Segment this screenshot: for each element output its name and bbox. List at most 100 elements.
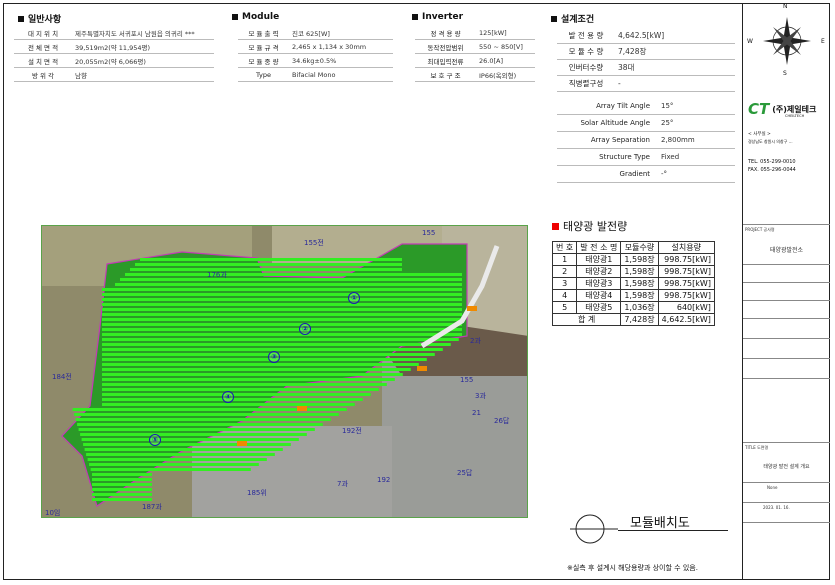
table-cell: 2 [551,265,578,278]
panel-row [87,458,267,461]
panel-row [92,478,152,481]
blank-cell [743,378,830,442]
compass-west-label: W [747,38,753,45]
array-table: Array Tilt Angle 15° Solar Altitude Angle 2… [557,98,735,183]
spec-key: Array Tilt Angle [557,98,658,115]
table-row: 1 태양광1 1,598장 998.75[kW] [551,253,715,266]
spec-key: 전 체 면 적 [14,39,72,54]
spec-row: 동작전압범위 550 ~ 850[V] [415,39,535,54]
module-table: 모 듈 출 력 진코 625[W] 모 듈 규 격 2,465 x 1,134 x 3… [238,26,393,82]
panel-row [102,388,379,391]
panel-row [102,318,462,321]
spec-value: 4,642.5[kW] [615,28,735,44]
spec-key: Gradient [557,165,658,183]
spec-value: 남향 [72,67,214,82]
drawing-cell: TITLE 도면명 태양광 발전 설계 개요 [743,442,830,482]
spec-value: 26.0[A] [476,53,535,68]
spec-key: 방 위 각 [14,67,72,82]
spec-key: 모 듈 출 력 [238,26,289,40]
table-cell: 1,598장 [620,277,659,290]
panel-row [102,328,462,331]
spec-value: 125[kW] [476,26,535,40]
table-cell: 998.75[kW] [657,253,715,266]
panel-row [102,313,462,316]
bullet-square-icon [412,14,418,20]
panel-row [78,428,315,431]
spec-row: 모 듈 중 량 34.6kg±0.5% [238,53,393,68]
array-marker-4: ④ [222,391,234,403]
blank-cell [743,264,830,282]
module-header: Module [232,12,279,22]
spec-row: 정 격 용 량 125[kW] [415,26,535,40]
panel-row [92,498,152,501]
table-row: 5 태양광5 1,036장 640[kW] [551,301,715,314]
panel-row [84,448,283,451]
generation-col-header: 모듈수량 [620,241,659,254]
spec-row: 설 치 면 적 20,055m2(약 6,066평) [14,53,214,68]
date-cell: 2023. 01. 16. [743,502,830,522]
table-row: 4 태양광4 1,598장 998.75[kW] [551,289,715,302]
spec-row: 최대입력전류 26.0[A] [415,53,535,68]
spec-value: 34.6kg±0.5% [289,53,393,68]
spec-row: Array Tilt Angle 15° [557,98,735,115]
spec-row: Type Bifacial Mono [238,67,393,82]
parcel-label: 187과 [142,503,162,511]
spec-value: IP66(옥외형) [476,67,535,82]
spec-row: 모 듈 수 량 7,428장 [557,43,735,60]
panel-row [92,483,152,486]
spec-row: Solar Altitude Angle 25° [557,114,735,132]
drawing-title: 모듈배치도 [630,516,690,531]
spec-key: 설 치 면 적 [14,53,72,68]
parcel-label: 26답 [494,417,510,425]
table-cell: 합 계 [551,313,622,326]
panel-row [102,338,459,341]
blank-cell [743,338,830,358]
map-drawing [42,226,527,517]
panel-row [102,298,462,301]
footnote: ※실측 후 설계시 해당용량과 상이할 수 있음. [567,564,698,572]
spec-value: -° [658,165,735,183]
spec-value: 2,800mm [658,131,735,149]
parcel-label: 10임 [45,509,61,517]
spec-value: 2,465 x 1,134 x 30mm [289,39,393,54]
panel-row [102,288,462,291]
spec-row: 직병렬구성 - [557,75,735,92]
spec-value: - [615,75,735,92]
panel-row [102,393,371,396]
spec-value: 진코 625[W] [289,26,393,40]
spec-row: 모 듈 규 격 2,465 x 1,134 x 30mm [238,39,393,54]
panel-row [75,418,331,421]
project-cell: PROJECT 공사명 태양광발전소 [743,224,830,264]
spec-value: 550 ~ 850[V] [476,39,535,54]
table-cell: 1,598장 [620,265,659,278]
table-cell: 1 [551,253,578,266]
table-cell: 7,428장 [620,313,659,326]
spec-value: Bifacial Mono [289,67,393,82]
panel-row [77,423,323,426]
panel-row [102,308,462,311]
panel-row [102,303,462,306]
table-cell: 4,642.5[kW] [657,313,715,326]
spec-key: 모 듈 규 격 [238,39,289,54]
panel-row [102,333,462,336]
blank-cell [743,282,830,300]
table-cell: 태양광1 [576,253,622,266]
spec-key: Array Separation [557,131,658,149]
panel-row [102,378,395,381]
parcel-label: 192전 [342,427,362,435]
spec-key: Structure Type [557,148,658,166]
spec-row: 보 호 구 조 IP66(옥외형) [415,67,535,82]
table-cell: 태양광5 [576,301,622,314]
table-cell: 1,598장 [620,289,659,302]
panel-row [92,493,152,496]
blank-cell [743,318,830,338]
table-cell: 1,036장 [620,301,659,314]
spec-row: Structure Type Fixed [557,148,735,166]
design-header: 설계조건 [551,12,594,25]
total-row: 합 계 7,428장 4,642.5[kW] [551,313,715,326]
spec-key: 최대입력전류 [415,53,476,68]
spec-value: 15° [658,98,735,115]
spec-value: Fixed [658,148,735,166]
panel-row [102,323,462,326]
scale-cell: None [743,482,830,502]
